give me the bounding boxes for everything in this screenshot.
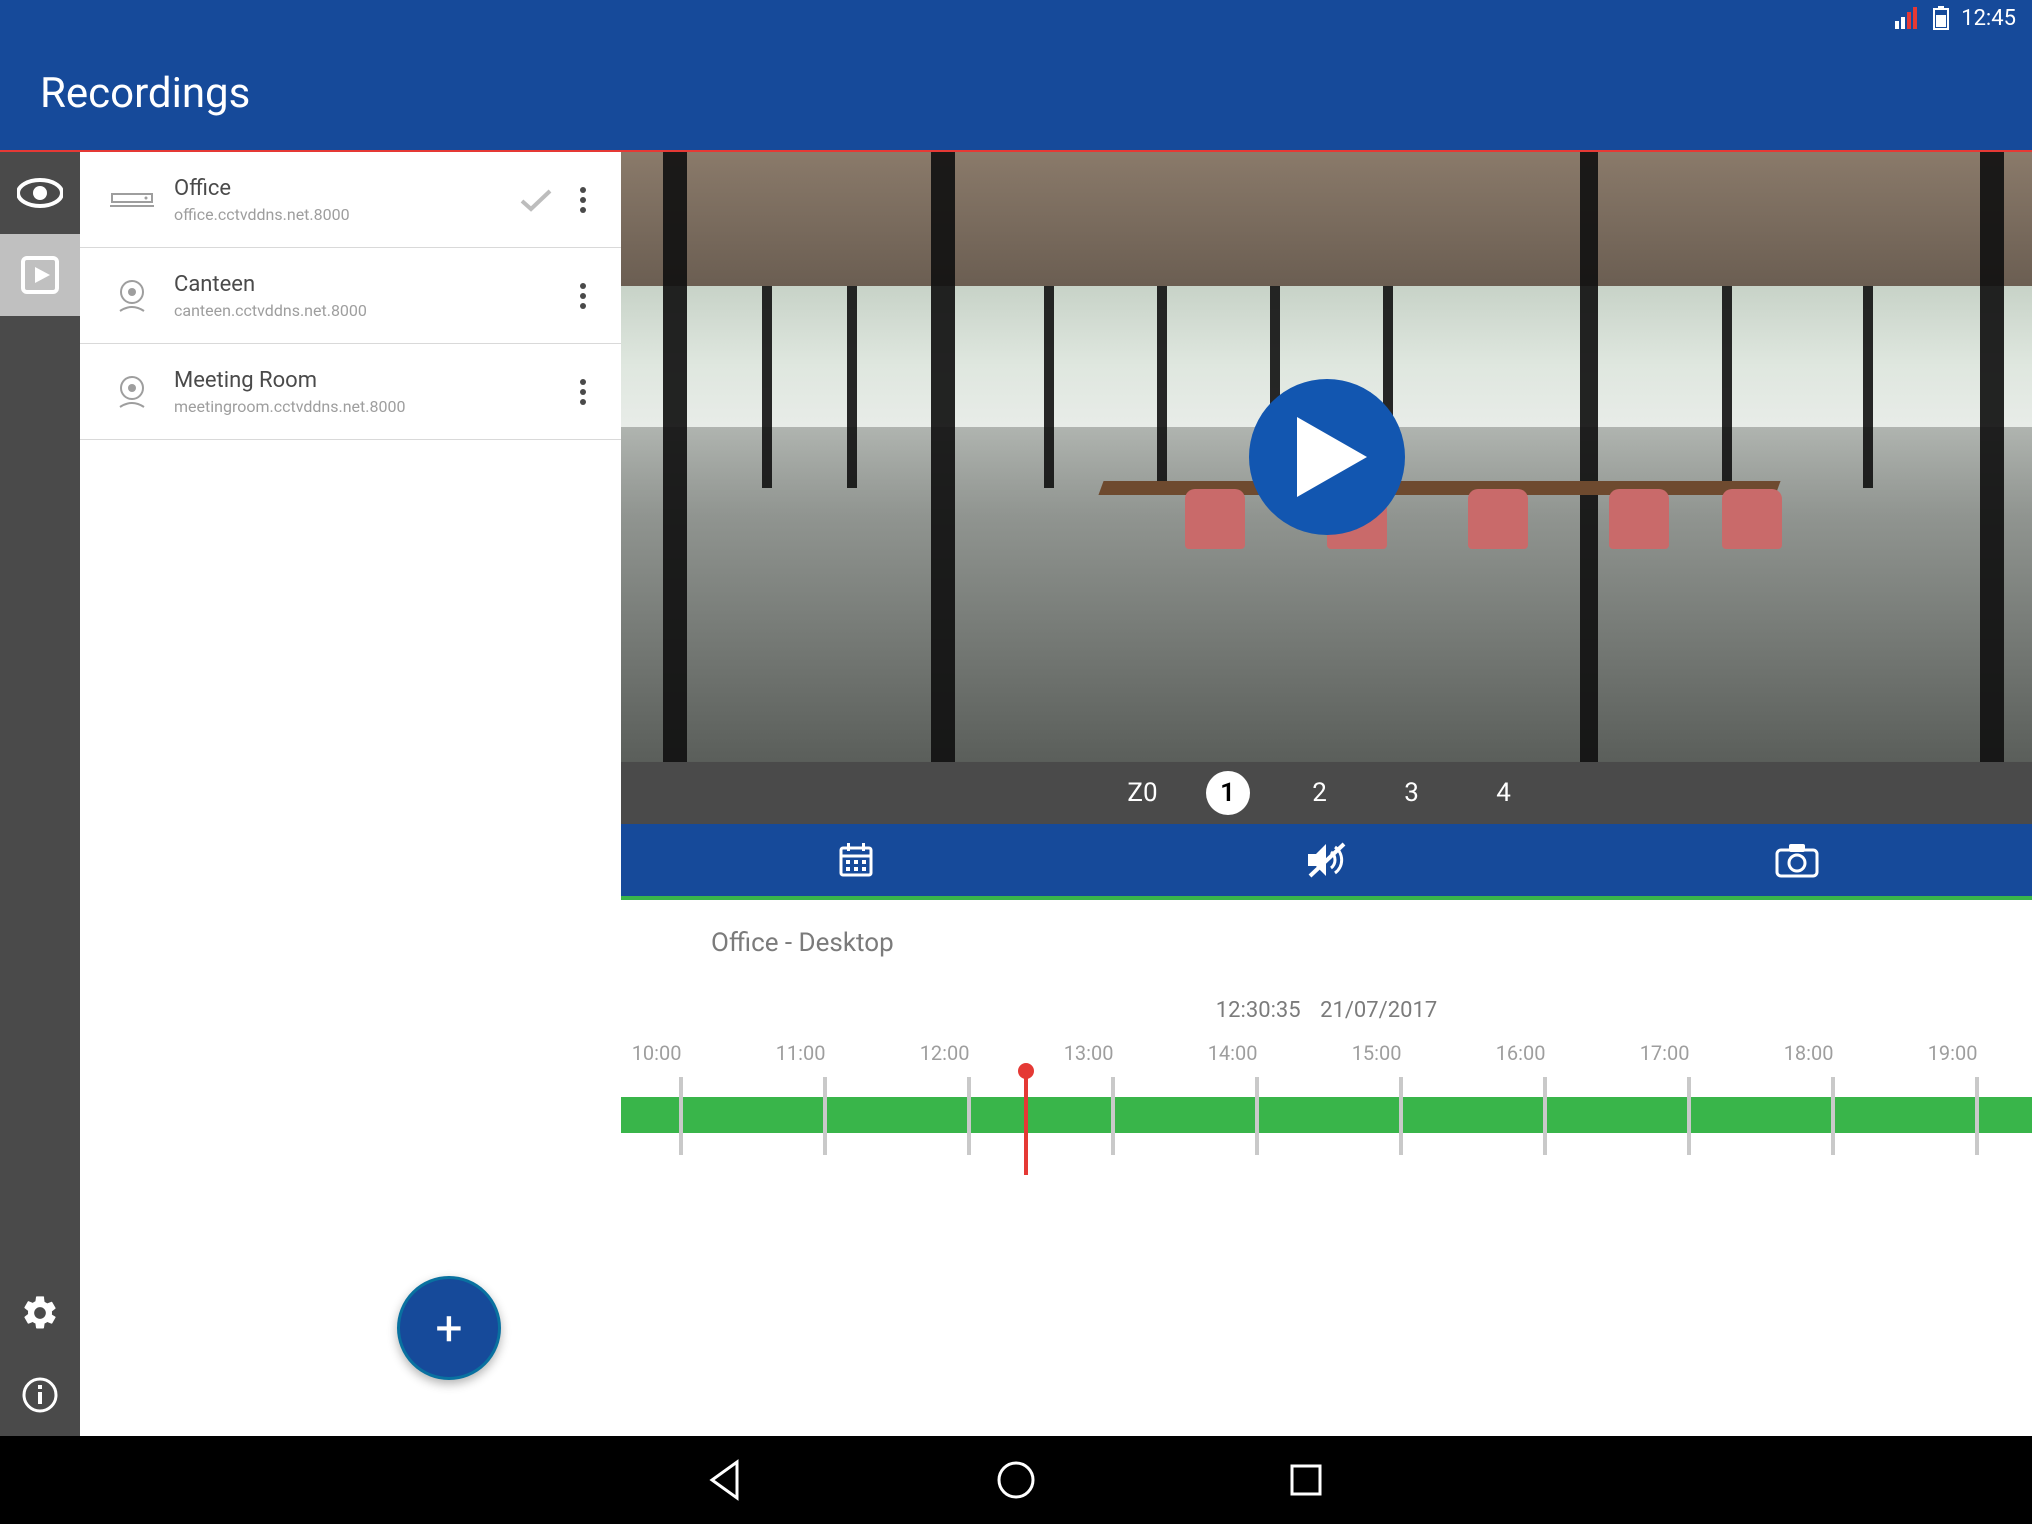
back-button[interactable] [691, 1445, 761, 1515]
more-button[interactable] [561, 282, 605, 310]
timeline-tick-label: 10:00 [632, 1041, 682, 1065]
timeline-tick-label: 11:00 [776, 1041, 826, 1065]
webcam-icon [102, 375, 162, 409]
timeline-tick: 17:00 [1689, 1041, 1690, 1171]
signal-icon [1895, 7, 1921, 29]
play-button[interactable] [1249, 379, 1405, 535]
zoom-level-1[interactable]: 1 [1206, 771, 1250, 815]
app-bar: Recordings [0, 36, 2032, 152]
camera-item-office[interactable]: Office office.cctvddns.net.8000 [80, 152, 621, 248]
timeline-pane: Office - Desktop 12:30:35 21/07/2017 10:… [621, 900, 2032, 1436]
timeline-tick-line [1543, 1077, 1547, 1155]
plus-icon: + [435, 1300, 462, 1357]
timeline-date: 21/07/2017 [1320, 998, 1437, 1023]
timeline-tick: 16:00 [1545, 1041, 1546, 1171]
more-button[interactable] [561, 186, 605, 214]
zoom-level-3[interactable]: 3 [1390, 771, 1434, 815]
calendar-button[interactable] [816, 832, 896, 888]
camera-host: meetingroom.cctvddns.net.8000 [174, 397, 511, 416]
timeline-tick-line [967, 1077, 971, 1155]
camera-item-meeting-room[interactable]: Meeting Room meetingroom.cctvddns.net.80… [80, 344, 621, 440]
system-nav-bar [0, 1436, 2032, 1524]
page-title: Recordings [40, 69, 250, 118]
timeline-tick-label: 15:00 [1352, 1041, 1402, 1065]
nav-info[interactable] [0, 1354, 80, 1436]
timeline-tick: 12:00 [969, 1041, 970, 1171]
timeline-title: Office - Desktop [621, 928, 2032, 958]
nav-rail [0, 152, 80, 1436]
camera-list: Office office.cctvddns.net.8000 Canteen [80, 152, 621, 1436]
timeline-tick-line [1255, 1077, 1259, 1155]
camera-name: Canteen [174, 272, 511, 297]
timeline-tick: 19:00 [1977, 1041, 1978, 1171]
zoom-bar: Z0 1 2 3 4 [621, 762, 2032, 824]
main-panel: Z0 1 2 3 4 [621, 152, 2032, 1436]
timeline-tick-label: 13:00 [1064, 1041, 1114, 1065]
add-camera-fab[interactable]: + [397, 1276, 501, 1380]
timeline-tick-label: 16:00 [1496, 1041, 1546, 1065]
check-icon [511, 187, 561, 213]
zoom-level-4[interactable]: 4 [1482, 771, 1526, 815]
timeline-tick: 13:00 [1113, 1041, 1114, 1171]
nav-recordings[interactable] [0, 234, 80, 316]
timeline-time: 12:30:35 [1216, 998, 1301, 1023]
timeline-tick-line [679, 1077, 683, 1155]
tool-bar [621, 824, 2032, 900]
timeline-tick-line [823, 1077, 827, 1155]
timeline-tick-label: 19:00 [1928, 1041, 1978, 1065]
timeline-tick-line [1399, 1077, 1403, 1155]
webcam-icon [102, 279, 162, 313]
timeline-tick-label: 17:00 [1640, 1041, 1690, 1065]
home-button[interactable] [981, 1445, 1051, 1515]
status-bar: 12:45 [0, 0, 2032, 36]
timeline-tick-line [1831, 1077, 1835, 1155]
camera-host: office.cctvddns.net.8000 [174, 205, 511, 224]
timeline-tick-line [1687, 1077, 1691, 1155]
video-preview[interactable] [621, 152, 2032, 762]
timeline-tick: 14:00 [1257, 1041, 1258, 1171]
nav-settings[interactable] [0, 1272, 80, 1354]
timeline-tick: 15:00 [1401, 1041, 1402, 1171]
mute-button[interactable] [1286, 832, 1366, 888]
timeline-ruler[interactable]: 10:00 11:00 12:00 13:00 14:00 15:00 16:00 17:00… [621, 1041, 2032, 1171]
timeline-tick-label: 14:00 [1208, 1041, 1258, 1065]
timeline-tick: 18:00 [1833, 1041, 1834, 1171]
timeline-tick: 10:00 [681, 1041, 682, 1171]
dvr-icon [102, 188, 162, 212]
status-time: 12:45 [1961, 6, 2016, 31]
timeline-timestamp: 12:30:35 21/07/2017 [621, 998, 2032, 1023]
timeline-playhead[interactable] [1024, 1065, 1028, 1175]
timeline-tick-label: 12:00 [920, 1041, 970, 1065]
timeline-tick-label: 18:00 [1784, 1041, 1834, 1065]
timeline-tick: 11:00 [825, 1041, 826, 1171]
timeline-recorded-track [621, 1097, 2032, 1133]
camera-item-canteen[interactable]: Canteen canteen.cctvddns.net.8000 [80, 248, 621, 344]
zoom-label: Z0 [1127, 778, 1157, 808]
snapshot-button[interactable] [1757, 832, 1837, 888]
zoom-level-2[interactable]: 2 [1298, 771, 1342, 815]
timeline-tick-line [1975, 1077, 1979, 1155]
timeline-tick-line [1111, 1077, 1115, 1155]
camera-name: Office [174, 176, 511, 201]
camera-host: canteen.cctvddns.net.8000 [174, 301, 511, 320]
recents-button[interactable] [1271, 1445, 1341, 1515]
camera-name: Meeting Room [174, 368, 511, 393]
battery-icon [1933, 6, 1949, 30]
more-button[interactable] [561, 378, 605, 406]
nav-live-view[interactable] [0, 152, 80, 234]
